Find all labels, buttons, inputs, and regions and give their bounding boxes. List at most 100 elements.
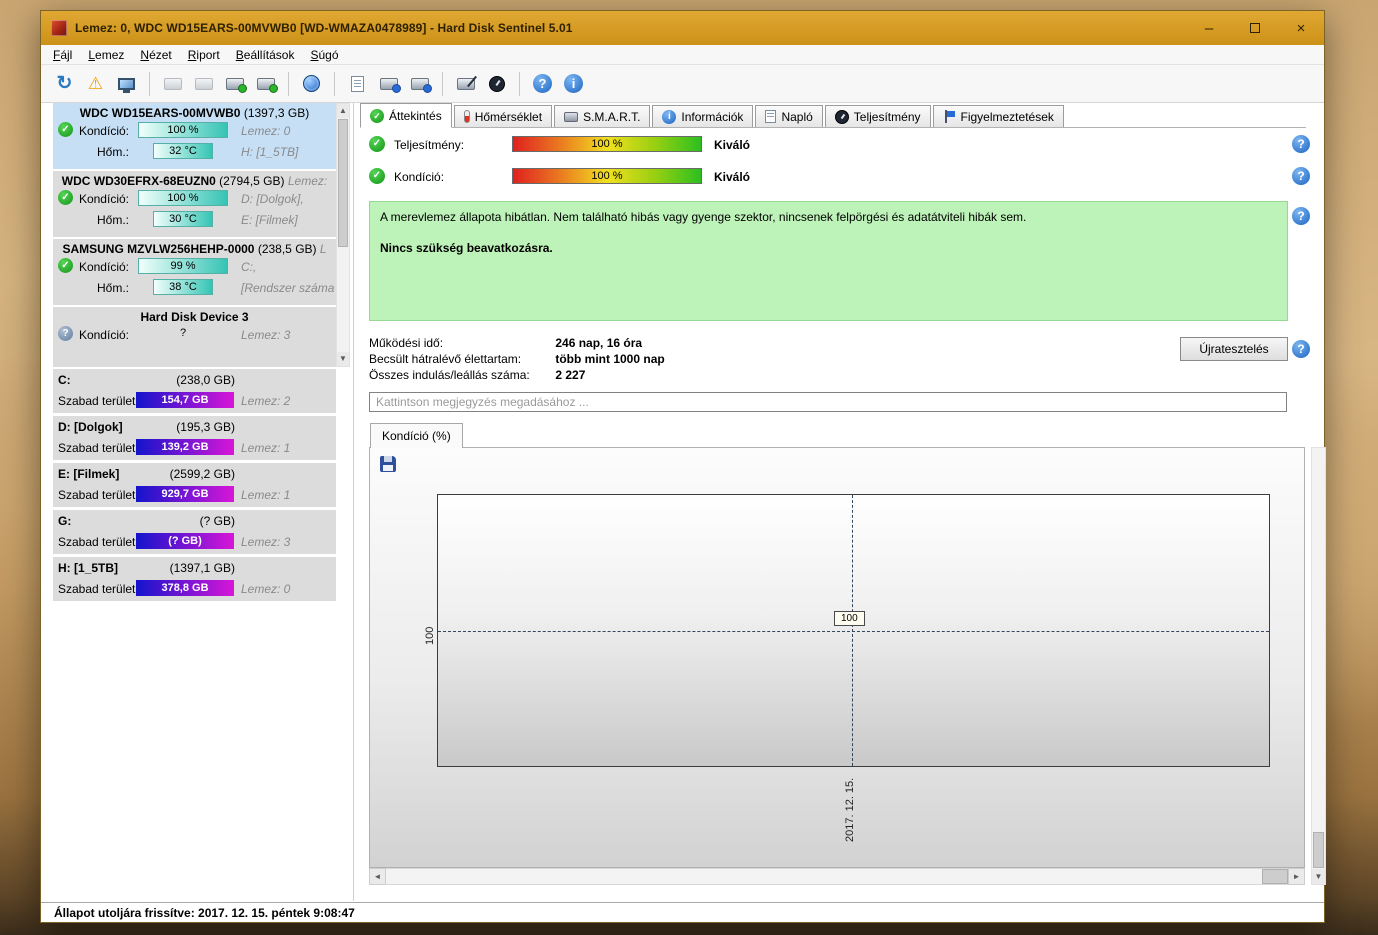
save-chart-button[interactable]	[380, 456, 396, 472]
disk-title: SAMSUNG MZVLW256HEHP-0000 (238,5 GB) L	[53, 239, 336, 256]
tab-smart[interactable]: S.M.A.R.T.	[554, 105, 651, 127]
disk-accept-button[interactable]	[252, 70, 279, 97]
disk-number-label: Lemez: 3	[241, 328, 291, 342]
window-controls: – ×	[1186, 11, 1324, 45]
retest-button[interactable]: Újratesztelés	[1180, 337, 1288, 361]
tab-informaciok[interactable]: i Információk	[652, 105, 754, 127]
partition-item-c[interactable]: C: (238,0 GB) Szabad terület 154,7 GB Le…	[53, 369, 336, 413]
scroll-right-icon[interactable]: ►	[1288, 868, 1305, 885]
condition-label: Kondíció:	[394, 170, 445, 184]
condition-label: Kondíció:	[78, 328, 129, 342]
partition-item-g[interactable]: G: (? GB) Szabad terület (? GB) Lemez: 3	[53, 510, 336, 554]
disk-item-3[interactable]: Hard Disk Device 3 ? Kondíció: ? Lemez: …	[53, 307, 336, 367]
maximize-icon	[1250, 23, 1260, 33]
disk-write-test-button[interactable]	[452, 70, 479, 97]
scroll-up-icon[interactable]: ▲	[337, 104, 349, 118]
menu-nezet[interactable]: Nézet	[132, 46, 179, 64]
performance-help-icon[interactable]: ?	[1292, 135, 1310, 153]
scroll-thumb[interactable]	[338, 119, 348, 247]
maximize-button[interactable]	[1232, 11, 1278, 45]
disk-number-label: Lemez: 1	[241, 488, 291, 502]
system-drive-label: [Rendszer száma	[241, 281, 335, 295]
refresh-button[interactable]: ↻	[51, 70, 78, 97]
disk-number-label: Lemez: 0	[241, 582, 291, 596]
free-space-bar: 378,8 GB	[136, 580, 234, 596]
scroll-down-icon[interactable]: ▼	[1312, 869, 1325, 884]
disk-size: (1397,3 GB)	[243, 106, 310, 120]
titlebar[interactable]: Lemez: 0, WDC WD15EARS-00MVWB0 [WD-WMAZA…	[41, 11, 1324, 45]
drive-letter-label: H: [1_5TB]	[241, 145, 299, 159]
disk-test-button[interactable]	[221, 70, 248, 97]
performance-gauge-button[interactable]	[483, 70, 510, 97]
disk-suffix: L	[319, 242, 327, 256]
disk-item-0[interactable]: WDC WD15EARS-00MVWB0 (1397,3 GB) ✓ Kondí…	[53, 103, 336, 169]
scroll-track[interactable]	[386, 868, 1288, 885]
toolbar-separator	[149, 71, 150, 96]
disk-number-label: Lemez: 3	[241, 535, 291, 549]
disk-size: (2794,5 GB)	[219, 174, 285, 188]
menu-sugo[interactable]: Súgó	[302, 46, 346, 64]
monitor-button[interactable]	[113, 70, 140, 97]
disk-list-scrollbar[interactable]: ▲ ▼	[336, 103, 350, 367]
health-action-text: Nincs szükség beavatkozásra.	[380, 241, 553, 255]
tab-homerseklet[interactable]: Hőmérséklet	[453, 105, 553, 127]
condition-bar: 99 %	[138, 258, 228, 274]
tab-naplo[interactable]: Napló	[755, 105, 823, 127]
condition-help-icon[interactable]: ?	[1292, 167, 1310, 185]
menu-beallitasok[interactable]: Beállítások	[228, 46, 303, 64]
condition-bar: 100 %	[138, 190, 228, 206]
disk-item-2[interactable]: SAMSUNG MZVLW256HEHP-0000 (238,5 GB) L ✓…	[53, 239, 336, 305]
health-status-box: A merevlemez állapota hibátlan. Nem talá…	[369, 201, 1288, 321]
health-help-icon[interactable]: ?	[1292, 207, 1310, 225]
chart-horizontal-scrollbar[interactable]: ◄ ►	[369, 868, 1305, 885]
free-space-label: Szabad terület	[58, 488, 136, 502]
disk-title: Hard Disk Device 3	[53, 307, 336, 324]
info-circle-icon: i	[662, 109, 677, 124]
disk-icon	[564, 111, 579, 122]
scroll-thumb[interactable]	[1262, 869, 1288, 884]
menu-lemez[interactable]: Lemez	[80, 46, 132, 64]
partition-item-d[interactable]: D: [Dolgok] (195,3 GB) Szabad terület 13…	[53, 416, 336, 460]
retest-help-icon[interactable]: ?	[1292, 340, 1310, 358]
minimize-button[interactable]: –	[1186, 11, 1232, 45]
performance-bar: 100 %	[512, 136, 702, 152]
close-button[interactable]: ×	[1278, 11, 1324, 45]
info-icon: i	[564, 74, 583, 93]
partition-list: C: (238,0 GB) Szabad terület 154,7 GB Le…	[53, 369, 350, 601]
chart-plot-area[interactable]: 100 100 2017. 12. 15.	[424, 494, 1270, 842]
info-button[interactable]: i	[560, 70, 587, 97]
partition-item-h[interactable]: H: [1_5TB] (1397,1 GB) Szabad terület 37…	[53, 557, 336, 601]
condition-label: Kondíció:	[78, 124, 129, 138]
tab-label: Hőmérséklet	[474, 109, 543, 124]
window-title: Lemez: 0, WDC WD15EARS-00MVWB0 [WD-WMAZA…	[75, 21, 573, 35]
tab-figyelmeztetesek[interactable]: Figyelmeztetések	[932, 105, 1064, 127]
tab-attekintes[interactable]: ✓ Áttekintés	[360, 103, 452, 128]
main-vertical-scrollbar[interactable]: ▼	[1311, 447, 1326, 885]
free-space-bar: 929,7 GB	[136, 486, 234, 502]
report-button[interactable]	[344, 70, 371, 97]
disk-remove-icon	[163, 77, 182, 90]
scroll-thumb[interactable]	[1313, 832, 1324, 868]
disk-sync-button[interactable]	[375, 70, 402, 97]
menu-fajl[interactable]: Fájl	[45, 46, 80, 64]
scroll-left-icon[interactable]: ◄	[369, 868, 386, 885]
tab-teljesitmeny[interactable]: Teljesítmény	[824, 105, 931, 127]
scroll-down-icon[interactable]: ▼	[337, 352, 349, 366]
free-space-label: Szabad terület	[58, 582, 136, 596]
disk-item-1[interactable]: WDC WD30EFRX-68EUZN0 (2794,5 GB) Lemez: …	[53, 171, 336, 237]
document-icon	[351, 75, 364, 92]
help-button[interactable]: ?	[529, 70, 556, 97]
temperature-bar: 30 °C	[153, 211, 213, 227]
chart-tab-kondicio[interactable]: Kondíció (%)	[370, 423, 463, 448]
temperature-bar: 32 °C	[153, 143, 213, 159]
warning-icon: ⚠	[87, 73, 104, 93]
menu-riport[interactable]: Riport	[180, 46, 228, 64]
comment-input[interactable]	[369, 392, 1287, 412]
network-button[interactable]	[298, 70, 325, 97]
disk-network-button[interactable]	[406, 70, 433, 97]
partition-item-e[interactable]: E: [Filmek] (2599,2 GB) Szabad terület 9…	[53, 463, 336, 507]
disk-title: WDC WD15EARS-00MVWB0 (1397,3 GB)	[53, 103, 336, 120]
info-value: 2 227	[555, 368, 586, 382]
toolbar-separator	[442, 71, 443, 96]
alerts-button[interactable]: ⚠	[82, 70, 109, 97]
